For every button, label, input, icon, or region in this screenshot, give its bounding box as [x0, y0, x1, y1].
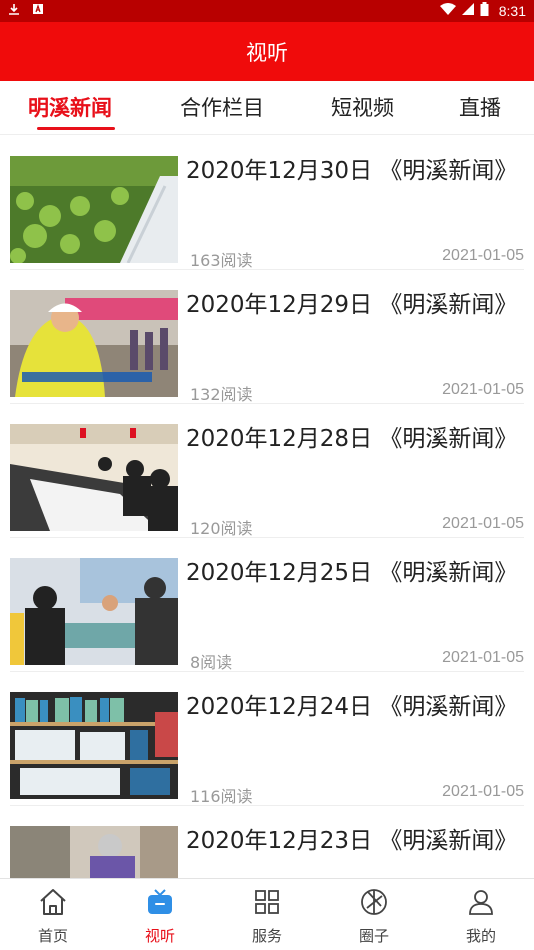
news-title[interactable]: 2020年12月28日 《明溪新闻》	[186, 425, 517, 453]
bottom-navigation: 首页 视听 服务 圈子 我的	[0, 878, 534, 950]
aperture-icon	[359, 887, 389, 917]
nav-audiovisual[interactable]: 视听	[107, 879, 213, 950]
list-item[interactable]: 2020年12月25日 《明溪新闻》 8阅读 2021-01-05	[0, 538, 534, 672]
home-icon	[38, 887, 68, 917]
nav-home[interactable]: 首页	[0, 879, 106, 950]
page-title: 视听	[246, 40, 288, 65]
read-count: 163阅读	[190, 251, 253, 270]
tab-live[interactable]: 直播	[459, 81, 501, 135]
nav-mine[interactable]: 我的	[428, 879, 534, 950]
news-title[interactable]: 2020年12月29日 《明溪新闻》	[186, 291, 517, 319]
nav-circle[interactable]: 圈子	[321, 879, 427, 950]
tv-icon	[145, 887, 175, 917]
publish-date: 2021-01-05	[442, 381, 524, 398]
news-title[interactable]: 2020年12月24日 《明溪新闻》	[186, 693, 517, 721]
active-tab-indicator	[37, 127, 115, 130]
status-time: 8:31	[498, 3, 526, 19]
read-count: 8阅读	[190, 653, 233, 672]
nav-label: 视听	[144, 927, 175, 945]
download-icon	[8, 3, 20, 20]
nav-services[interactable]: 服务	[214, 879, 320, 950]
list-item[interactable]: 2020年12月30日 《明溪新闻》 163阅读 2021-01-05	[0, 136, 534, 270]
read-count: 116阅读	[190, 787, 253, 806]
cycling-icon	[10, 290, 178, 397]
app-notification-icon	[32, 3, 44, 19]
signal-icon	[461, 3, 474, 19]
tab-cooperation-columns[interactable]: 合作栏目	[180, 81, 264, 135]
bookshelf-icon	[10, 692, 178, 799]
field-icon	[10, 156, 178, 263]
wifi-icon	[439, 3, 456, 19]
list-item[interactable]: 2020年12月24日 《明溪新闻》 116阅读 2021-01-05	[0, 672, 534, 806]
list-item[interactable]: 2020年12月28日 《明溪新闻》 120阅读 2021-01-05	[0, 404, 534, 538]
grid-icon	[252, 887, 282, 917]
publish-date: 2021-01-05	[442, 515, 524, 532]
category-tabs: 明溪新闻 合作栏目 短视频 直播	[0, 81, 534, 135]
person-icon	[466, 887, 496, 917]
nav-label: 圈子	[358, 927, 389, 945]
page-title-bar: 视听	[0, 22, 534, 81]
list-item[interactable]: 2020年12月23日 《明溪新闻》	[0, 806, 534, 878]
nav-label: 我的	[465, 927, 496, 945]
elderly-icon	[10, 826, 178, 878]
news-list: 2020年12月30日 《明溪新闻》 163阅读 2021-01-05 2020…	[0, 136, 534, 878]
news-title[interactable]: 2020年12月30日 《明溪新闻》	[186, 157, 517, 185]
publish-date: 2021-01-05	[442, 247, 524, 264]
news-title[interactable]: 2020年12月23日 《明溪新闻》	[186, 827, 517, 855]
read-count: 120阅读	[190, 519, 253, 538]
news-title[interactable]: 2020年12月25日 《明溪新闻》	[186, 559, 517, 587]
list-item[interactable]: 2020年12月29日 《明溪新闻》 132阅读 2021-01-05	[0, 270, 534, 404]
nav-label: 首页	[37, 927, 68, 945]
read-count: 132阅读	[190, 385, 253, 404]
discussion-icon	[10, 558, 178, 665]
publish-date: 2021-01-05	[442, 649, 524, 666]
meeting-icon	[10, 424, 178, 531]
publish-date: 2021-01-05	[442, 783, 524, 800]
tab-short-video[interactable]: 短视频	[331, 81, 394, 135]
nav-label: 服务	[251, 927, 282, 945]
battery-icon	[480, 2, 489, 20]
status-bar: 8:31	[0, 0, 534, 22]
